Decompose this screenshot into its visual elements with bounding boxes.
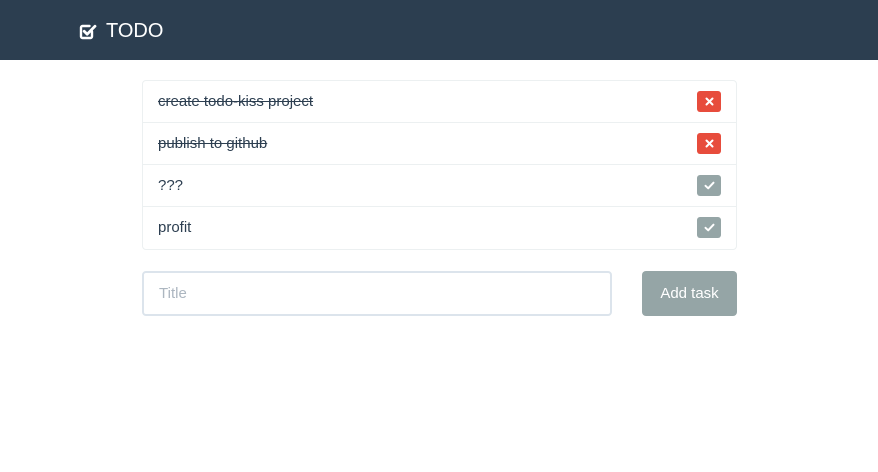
task-item: publish to github	[143, 123, 736, 165]
task-title-input[interactable]	[142, 271, 612, 316]
brand-link[interactable]: TODO	[79, 18, 163, 44]
task-title: ???	[158, 177, 184, 194]
delete-task-button[interactable]	[697, 133, 721, 154]
navbar: TODO	[0, 0, 878, 60]
task-title: profit	[158, 219, 192, 236]
task-item: ???	[143, 165, 736, 207]
times-icon	[705, 139, 714, 148]
check-icon	[704, 223, 715, 232]
add-task-button[interactable]: Add task	[642, 271, 737, 316]
task-item: create todo-kiss project	[143, 81, 736, 123]
task-item: profit	[143, 207, 736, 249]
delete-task-button[interactable]	[697, 91, 721, 112]
complete-task-button[interactable]	[697, 175, 721, 196]
task-title: create todo-kiss project	[158, 93, 314, 110]
task-title: publish to github	[158, 135, 268, 152]
times-icon	[705, 97, 714, 106]
checked-square-icon	[79, 22, 97, 40]
task-list: create todo-kiss project publish to gith…	[142, 80, 737, 250]
complete-task-button[interactable]	[697, 217, 721, 238]
check-icon	[704, 181, 715, 190]
app-title: TODO	[106, 19, 164, 42]
